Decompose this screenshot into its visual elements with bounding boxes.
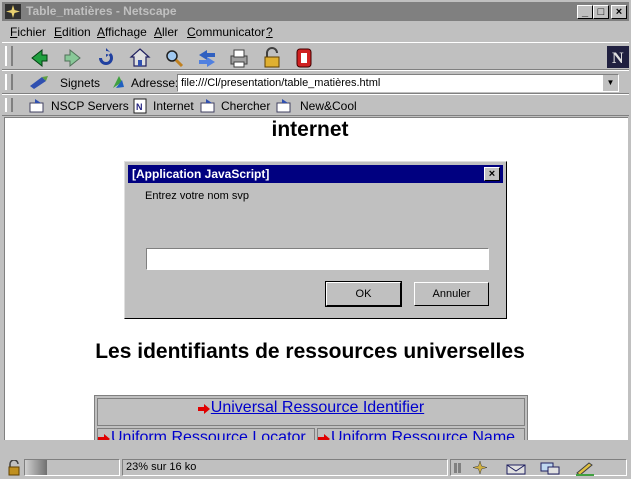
back-icon[interactable] [28, 47, 50, 69]
title-bar: Table_matières - Netscape _ □ × [2, 2, 629, 21]
menu-bar: Fichier Edition Affichage Aller Communic… [2, 22, 629, 42]
menu-help[interactable]: ? [266, 25, 273, 39]
address-url: file:///Cl/presentation/table_matières.h… [181, 77, 381, 89]
page-icon: N [133, 98, 147, 114]
page-proxy-icon[interactable] [110, 74, 126, 90]
bookmarks-label[interactable]: Signets [60, 76, 100, 90]
red-arrow-icon [197, 403, 210, 414]
toolbar-grip[interactable] [5, 74, 13, 90]
forward-icon[interactable] [62, 47, 84, 69]
ok-button[interactable]: OK [325, 281, 402, 307]
dialog-prompt: Entrez votre nom svp [145, 190, 249, 202]
personal-item-newcool[interactable]: New&Cool [300, 99, 357, 113]
table-cell-uri: Universal Ressource Identifier [97, 398, 525, 426]
search-icon[interactable] [163, 47, 185, 69]
guide-icon[interactable] [196, 47, 218, 69]
composer-icon[interactable] [574, 460, 596, 476]
svg-text:N: N [136, 102, 143, 112]
address-label: Adresse: [131, 76, 179, 90]
personal-item-nscp-servers[interactable]: NSCP Servers [51, 99, 129, 113]
minimize-button[interactable]: _ [577, 5, 593, 19]
netscape-logo-icon[interactable]: N [607, 46, 629, 68]
grip-icon [454, 463, 461, 473]
status-text: 23% sur 16 ko [126, 461, 197, 473]
link-urn[interactable]: Uniform Ressource Name [331, 429, 515, 440]
chevron-down-icon[interactable]: ▼ [602, 75, 618, 91]
discussion-icon[interactable] [539, 460, 561, 476]
table-cell-url: Uniform Ressource Locator [97, 428, 315, 440]
personal-item-internet[interactable]: Internet [153, 99, 194, 113]
link-uri[interactable]: Universal Ressource Identifier [211, 399, 424, 416]
toolbar-grip[interactable] [5, 46, 13, 66]
folder-icon [276, 99, 291, 113]
mail-icon[interactable] [505, 460, 527, 476]
javascript-prompt-dialog: [Application JavaScript] × Entrez votre … [124, 161, 507, 319]
reload-icon[interactable] [95, 47, 117, 69]
red-arrow-icon [318, 433, 330, 440]
menu-communicator[interactable]: Communicator [187, 25, 265, 39]
navigator-icon[interactable] [472, 460, 488, 476]
home-icon[interactable] [129, 47, 151, 69]
uri-table: Universal Ressource Identifier Uniform R… [94, 395, 528, 440]
navigation-toolbar: N [2, 42, 629, 70]
maximize-button[interactable]: □ [593, 5, 609, 19]
security-lock-icon[interactable] [6, 460, 22, 476]
dialog-close-button[interactable]: × [484, 167, 500, 181]
heading-uri: Les identifiants de ressources universel… [95, 340, 525, 363]
personal-toolbar: NSCP Servers N Internet Chercher New&Coo… [2, 94, 629, 116]
table-cell-urn: Uniform Ressource Name [317, 428, 525, 440]
menu-edition[interactable]: Edition [54, 25, 91, 39]
toolbar-grip[interactable] [5, 98, 13, 112]
window-title: Table_matières - Netscape [26, 4, 177, 18]
folder-icon [29, 99, 44, 113]
status-bar: 23% sur 16 ko [2, 458, 629, 477]
progress-fill [25, 460, 47, 475]
address-input[interactable]: file:///Cl/presentation/table_matières.h… [177, 74, 619, 92]
location-toolbar: Signets Adresse: file:///Cl/presentation… [2, 70, 629, 94]
heading-internet: internet [271, 118, 349, 141]
name-input[interactable] [146, 248, 489, 270]
personal-item-chercher[interactable]: Chercher [221, 99, 270, 113]
bookmarks-icon[interactable] [28, 74, 50, 90]
menu-aller[interactable]: Aller [154, 25, 178, 39]
menu-fichier[interactable]: Fichier [10, 25, 46, 39]
close-button[interactable]: × [611, 5, 627, 19]
print-icon[interactable] [228, 47, 250, 69]
dialog-title: [Application JavaScript] [132, 167, 270, 181]
netscape-window: Table_matières - Netscape _ □ × Fichier … [0, 0, 631, 479]
netscape-app-icon [5, 4, 21, 19]
stop-icon[interactable] [293, 47, 315, 69]
cancel-button[interactable]: Annuler [414, 282, 489, 306]
link-url[interactable]: Uniform Ressource Locator [111, 429, 306, 440]
svg-text:N: N [612, 50, 624, 67]
dialog-title-bar[interactable]: [Application JavaScript] × [128, 165, 503, 183]
menu-affichage[interactable]: Affichage [97, 25, 147, 39]
security-lock-icon[interactable] [261, 47, 283, 69]
red-arrow-icon [98, 433, 110, 440]
folder-icon [200, 99, 215, 113]
progress-bar [24, 459, 120, 476]
